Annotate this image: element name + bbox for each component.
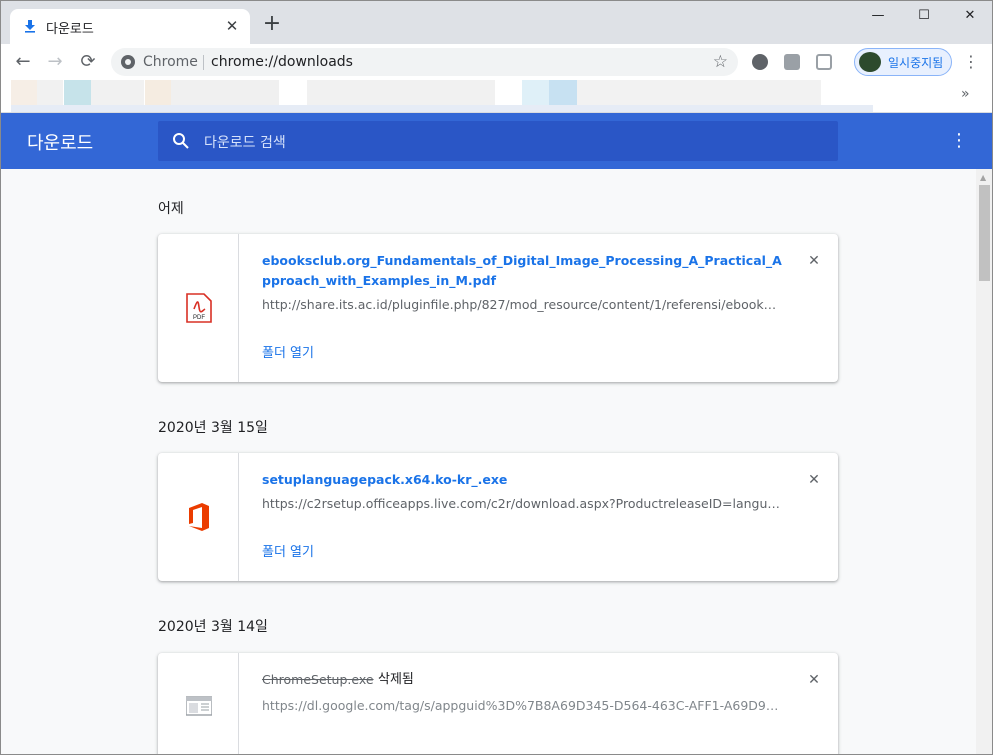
source-url-link[interactable]: https://c2rsetup.officeapps.live.com/c2r… bbox=[262, 496, 782, 511]
file-name-link[interactable]: setuplanguagepack.x64.ko-kr_.exe bbox=[262, 470, 782, 490]
search-input[interactable]: 다운로드 검색 bbox=[158, 121, 838, 161]
tab-title: 다운로드 bbox=[46, 22, 94, 37]
file-name-link[interactable]: ebooksclub.org_Fundamentals_of_Digital_I… bbox=[262, 251, 782, 291]
search-placeholder: 다운로드 검색 bbox=[204, 135, 286, 151]
back-button[interactable]: ← bbox=[9, 48, 37, 76]
bookmark-item[interactable] bbox=[171, 80, 279, 105]
scrollbar-thumb[interactable] bbox=[979, 185, 990, 281]
bookmark-item[interactable] bbox=[522, 80, 549, 105]
profile-status: 일시중지됨 bbox=[888, 56, 944, 70]
profile-button[interactable]: 일시중지됨 bbox=[854, 48, 952, 76]
bookmark-item[interactable] bbox=[11, 80, 37, 105]
window-close-button[interactable]: ✕ bbox=[947, 1, 992, 31]
remove-item-icon[interactable]: ✕ bbox=[804, 470, 824, 490]
cast-icon[interactable] bbox=[816, 54, 832, 70]
address-url[interactable]: chrome://downloads bbox=[211, 54, 353, 70]
address-separator bbox=[203, 55, 204, 70]
file-name: ChromeSetup.exe bbox=[262, 672, 374, 687]
pdf-icon: PDF bbox=[186, 293, 212, 323]
svg-text:PDF: PDF bbox=[193, 315, 205, 321]
remove-item-icon[interactable]: ✕ bbox=[804, 251, 824, 271]
bookmarks-overflow-button[interactable]: » bbox=[961, 86, 970, 102]
downloads-header: 다운로드 다운로드 검색 ⋮ bbox=[1, 113, 992, 169]
chrome-page-icon bbox=[121, 55, 135, 69]
source-url-link[interactable]: http://share.its.ac.id/pluginfile.php/82… bbox=[262, 297, 782, 312]
open-folder-link[interactable]: 폴더 열기 bbox=[262, 541, 314, 560]
bookmark-item[interactable] bbox=[64, 80, 91, 105]
downloads-list: 어제 PDF ebooksclub.org_Fundamentals_of_Di… bbox=[1, 169, 976, 754]
bookmarks-divider bbox=[11, 105, 873, 112]
bookmark-item[interactable] bbox=[549, 80, 577, 105]
chrome-menu-icon[interactable]: ⋮ bbox=[961, 50, 981, 74]
office-icon bbox=[189, 503, 209, 531]
extension-icon-1[interactable] bbox=[752, 54, 768, 70]
file-icon-area bbox=[158, 453, 239, 581]
more-actions-icon[interactable]: ⋮ bbox=[947, 129, 971, 153]
tab-strip: 다운로드 ✕ + — ☐ ✕ bbox=[1, 1, 992, 44]
remove-item-icon[interactable]: ✕ bbox=[804, 670, 824, 690]
bookmark-item[interactable] bbox=[307, 80, 495, 105]
extension-icon-2[interactable] bbox=[784, 54, 800, 70]
date-heading: 어제 bbox=[158, 201, 184, 217]
generic-file-icon bbox=[186, 696, 212, 716]
toolbar: ← → ⟳ Chrome chrome://downloads ☆ 일시중지됨 … bbox=[1, 44, 992, 80]
browser-window: 다운로드 ✕ + — ☐ ✕ ← → ⟳ Chrome chrome://dow… bbox=[0, 0, 993, 755]
download-item: setuplanguagepack.x64.ko-kr_.exe https:/… bbox=[158, 453, 838, 581]
bookmark-item[interactable] bbox=[145, 80, 171, 105]
page-scrollbar[interactable]: ▲ bbox=[976, 169, 992, 754]
bookmark-item[interactable] bbox=[37, 80, 63, 105]
deleted-status: 삭제됨 bbox=[378, 672, 414, 687]
bookmark-star-icon[interactable]: ☆ bbox=[713, 52, 728, 72]
address-bar[interactable]: Chrome chrome://downloads ☆ bbox=[111, 48, 738, 76]
address-chip: Chrome bbox=[143, 54, 198, 70]
forward-button[interactable]: → bbox=[41, 48, 69, 76]
new-tab-button[interactable]: + bbox=[261, 13, 283, 35]
avatar bbox=[859, 52, 881, 72]
download-item: ChromeSetup.exe 삭제됨 https://dl.google.co… bbox=[158, 653, 838, 754]
tab-close-icon[interactable]: ✕ bbox=[222, 16, 242, 36]
download-item: PDF ebooksclub.org_Fundamentals_of_Digit… bbox=[158, 234, 838, 382]
date-heading: 2020년 3월 15일 bbox=[158, 420, 268, 436]
tab-downloads[interactable]: 다운로드 ✕ bbox=[10, 9, 250, 44]
reload-button[interactable]: ⟳ bbox=[74, 48, 102, 76]
bookmark-item[interactable] bbox=[91, 80, 144, 105]
download-icon bbox=[25, 20, 35, 33]
file-icon-area bbox=[158, 653, 239, 754]
scroll-up-icon[interactable]: ▲ bbox=[980, 173, 986, 182]
file-icon-area: PDF bbox=[158, 234, 239, 382]
date-heading: 2020년 3월 14일 bbox=[158, 619, 268, 635]
page-title: 다운로드 bbox=[27, 133, 94, 154]
source-url-link[interactable]: https://dl.google.com/tag/s/appguid%3D%7… bbox=[262, 698, 782, 713]
bookmarks-bar: » bbox=[1, 80, 992, 113]
search-icon bbox=[173, 133, 189, 149]
minimize-button[interactable]: — bbox=[855, 1, 901, 31]
bookmark-item[interactable] bbox=[577, 80, 821, 105]
downloads-page: 다운로드 다운로드 검색 ⋮ 어제 PDF ebooksclub.org_Fun… bbox=[1, 113, 992, 754]
maximize-button[interactable]: ☐ bbox=[901, 1, 947, 31]
open-folder-link[interactable]: 폴더 열기 bbox=[262, 342, 314, 361]
